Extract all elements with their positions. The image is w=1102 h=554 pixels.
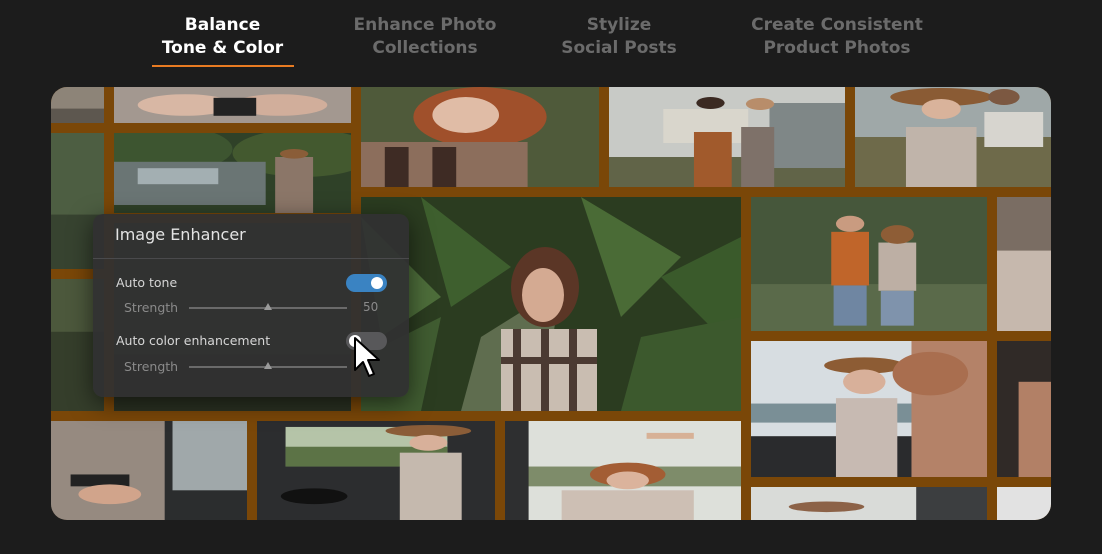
tab-label-line2: Product Photos — [763, 38, 911, 58]
photo-tile — [505, 421, 741, 520]
auto-color-strength-label: Strength — [124, 359, 179, 374]
photo-tile — [609, 87, 845, 187]
tab-enhance-photo-collections[interactable]: Enhance Photo Collections — [345, 14, 505, 60]
photo-tile — [361, 87, 599, 187]
photo-tile — [51, 421, 247, 520]
tab-label-line2: Collections — [372, 38, 478, 58]
panel-title: Image Enhancer — [115, 225, 246, 244]
auto-tone-toggle[interactable] — [346, 274, 387, 292]
photo-tile — [751, 197, 987, 331]
tab-label-line1: Enhance Photo — [353, 15, 497, 35]
photo-tile — [997, 197, 1051, 331]
tab-create-consistent-product-photos[interactable]: Create Consistent Product Photos — [748, 14, 926, 60]
mouse-pointer-icon — [354, 337, 380, 377]
photo-tile — [257, 421, 495, 520]
tab-label-line1: Stylize — [586, 15, 652, 35]
tab-balance-tone-color[interactable]: Balance Tone & Color — [151, 14, 294, 67]
photo-tile — [114, 87, 351, 123]
slider-thumb[interactable] — [264, 303, 272, 310]
photo-tile — [114, 133, 351, 213]
slider-thumb[interactable] — [264, 362, 272, 369]
photo-tile — [997, 487, 1051, 520]
photo-tile-featured — [361, 197, 741, 411]
photo-tile — [997, 341, 1051, 477]
active-tab-underline — [151, 65, 294, 67]
tab-label-line2: Social Posts — [561, 38, 677, 58]
tab-label-line1: Balance — [184, 15, 261, 35]
auto-tone-strength-value: 50 — [363, 300, 379, 314]
photo-tile — [51, 87, 104, 123]
tab-label-line2: Tone & Color — [161, 38, 284, 58]
photo-tile — [855, 87, 1051, 187]
panel-divider — [93, 258, 409, 259]
toggle-knob — [371, 277, 383, 289]
auto-tone-strength-slider[interactable] — [189, 303, 347, 310]
tab-label-line1: Create Consistent — [751, 15, 923, 35]
photo-tile — [751, 341, 987, 477]
photo-tile — [751, 487, 987, 520]
auto-tone-strength-label: Strength — [124, 300, 179, 315]
auto-color-strength-slider[interactable] — [189, 362, 347, 369]
feature-tabs: Balance Tone & Color Enhance Photo Colle… — [0, 14, 1102, 74]
auto-tone-label: Auto tone — [116, 275, 178, 290]
auto-color-enhancement-label: Auto color enhancement — [116, 333, 271, 348]
tab-stylize-social-posts[interactable]: Stylize Social Posts — [555, 14, 683, 60]
